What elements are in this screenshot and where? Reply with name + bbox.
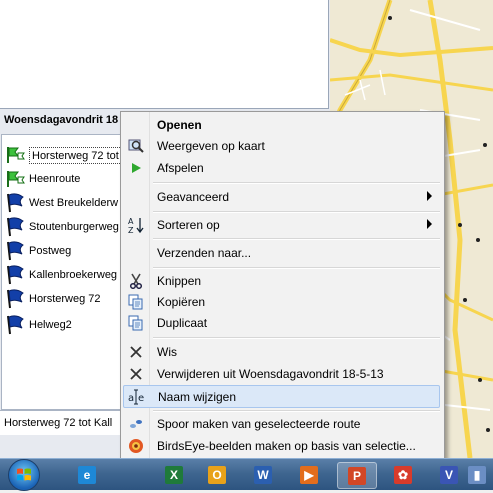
svg-text:Z: Z bbox=[128, 226, 134, 234]
outlook-icon: O bbox=[208, 465, 226, 484]
preview-area bbox=[0, 0, 329, 109]
taskbar-ie-button[interactable]: e bbox=[68, 462, 106, 487]
menu-separator bbox=[153, 211, 440, 213]
blue-flag-icon bbox=[7, 217, 24, 237]
blue-flag-icon bbox=[7, 265, 24, 285]
route-label: Postweg bbox=[29, 245, 72, 257]
menu-item-label: Verzenden naar... bbox=[157, 245, 252, 260]
taskbar-powerpoint-button[interactable]: P bbox=[337, 462, 377, 489]
windows-logo-icon bbox=[17, 468, 31, 481]
taskbar: e X O W ▶ P ✿ V ▮ bbox=[0, 458, 493, 491]
menu-separator bbox=[153, 267, 440, 269]
menu-item-label: Openen bbox=[157, 117, 202, 132]
menu-item-label: Kopiëren bbox=[157, 294, 206, 309]
menu-item-label: Weergeven op kaart bbox=[157, 138, 265, 153]
menu-separator bbox=[153, 337, 440, 339]
blue-flag-icon bbox=[7, 241, 24, 261]
menu-item-geavanceerd[interactable]: Geavanceerd bbox=[123, 186, 440, 207]
blue-flag-icon bbox=[7, 289, 24, 309]
menu-item-weergeven-op-kaart[interactable]: Weergeven op kaart bbox=[123, 135, 440, 156]
route-label: Horsterweg 72 tot bbox=[32, 149, 119, 162]
menu-separator bbox=[153, 182, 440, 184]
sort-az-icon: AZ bbox=[123, 214, 149, 235]
internet-explorer-icon: e bbox=[78, 465, 96, 484]
media-player-icon: ▶ bbox=[300, 465, 318, 484]
menu-item-sorteren-op[interactable]: AZ Sorteren op bbox=[123, 214, 440, 235]
app-icon: ▮ bbox=[468, 465, 486, 484]
taskbar-app-button[interactable]: ✿ bbox=[384, 462, 422, 487]
submenu-arrow-icon bbox=[427, 191, 432, 201]
taskbar-word-button[interactable]: W bbox=[244, 462, 282, 487]
taskbar-app-button[interactable]: ▮ bbox=[462, 462, 492, 487]
menu-item-label: Afspelen bbox=[157, 160, 204, 175]
route-label: West Breukelderw bbox=[29, 197, 119, 209]
excel-icon: X bbox=[165, 465, 183, 484]
taskbar-media-player-button[interactable]: ▶ bbox=[290, 462, 328, 487]
menu-item-label: Spoor maken van geselecteerde route bbox=[157, 416, 361, 431]
blue-flag-icon bbox=[7, 315, 24, 335]
start-button[interactable] bbox=[8, 459, 40, 491]
remove-x-icon bbox=[123, 363, 149, 384]
menu-item-duplicaat[interactable]: Duplicaat bbox=[123, 312, 440, 333]
word-icon: W bbox=[254, 465, 272, 484]
route-label: Helweg2 bbox=[29, 319, 72, 331]
basecamp-icon: ✿ bbox=[394, 465, 412, 484]
track-icon bbox=[123, 413, 149, 434]
route-label: Stoutenburgerweg bbox=[29, 221, 119, 233]
context-menu: Openen Weergeven op kaart Afspelen Geava… bbox=[120, 111, 445, 461]
menu-separator bbox=[153, 410, 440, 412]
menu-item-label: Wis bbox=[157, 344, 177, 359]
route-flag-icon bbox=[7, 147, 25, 163]
blue-flag-icon bbox=[7, 193, 24, 213]
menu-item-kopieren[interactable]: Kopiëren bbox=[123, 291, 440, 312]
svg-text:A: A bbox=[128, 217, 134, 226]
menu-item-label: Sorteren op bbox=[157, 217, 220, 232]
taskbar-excel-button[interactable]: X bbox=[155, 462, 193, 487]
visio-icon: V bbox=[440, 465, 458, 484]
menu-item-verzenden-naar[interactable]: Verzenden naar... bbox=[123, 242, 440, 263]
menu-item-naam-wijzigen[interactable]: ae Naam wijzigen bbox=[123, 385, 440, 408]
menu-item-verwijderen[interactable]: Verwijderen uit Woensdagavondrit 18-5-13 bbox=[123, 363, 440, 384]
magnifier-map-icon bbox=[123, 135, 149, 156]
svg-text:a: a bbox=[128, 393, 134, 404]
menu-item-afspelen[interactable]: Afspelen bbox=[123, 157, 440, 178]
play-icon bbox=[123, 157, 149, 178]
delete-x-icon bbox=[123, 341, 149, 362]
menu-item-label: Knippen bbox=[157, 273, 202, 288]
copy-icon bbox=[123, 291, 149, 312]
taskbar-outlook-button[interactable]: O bbox=[198, 462, 236, 487]
menu-separator bbox=[153, 238, 440, 240]
submenu-arrow-icon bbox=[427, 219, 432, 229]
menu-item-wis[interactable]: Wis bbox=[123, 341, 440, 362]
scissors-icon bbox=[123, 270, 149, 291]
menu-item-label: BirdsEye-beelden maken op basis van sele… bbox=[157, 438, 416, 453]
menu-item-label: Geavanceerd bbox=[157, 189, 230, 204]
menu-item-birdseye[interactable]: BirdsEye-beelden maken op basis van sele… bbox=[123, 435, 440, 456]
powerpoint-icon: P bbox=[348, 466, 366, 485]
route-label: Horsterweg 72 bbox=[29, 293, 101, 305]
menu-item-label: Naam wijzigen bbox=[158, 389, 237, 404]
menu-item-openen[interactable]: Openen bbox=[123, 114, 440, 135]
duplicate-icon bbox=[123, 312, 149, 333]
route-label: Heenroute bbox=[29, 173, 81, 185]
group-header: Woensdagavondrit 18 bbox=[4, 114, 119, 126]
menu-item-label: Duplicaat bbox=[157, 315, 208, 330]
route-label: Kallenbroekerweg bbox=[29, 269, 118, 281]
menu-item-knippen[interactable]: Knippen bbox=[123, 270, 440, 291]
menu-item-spoor-maken[interactable]: Spoor maken van geselecteerde route bbox=[123, 413, 440, 434]
birdseye-icon bbox=[123, 435, 149, 456]
svg-text:e: e bbox=[138, 393, 144, 404]
rename-icon: ae bbox=[124, 386, 150, 407]
menu-item-label: Verwijderen uit Woensdagavondrit 18-5-13 bbox=[157, 366, 384, 381]
route-flag-icon bbox=[7, 171, 25, 187]
